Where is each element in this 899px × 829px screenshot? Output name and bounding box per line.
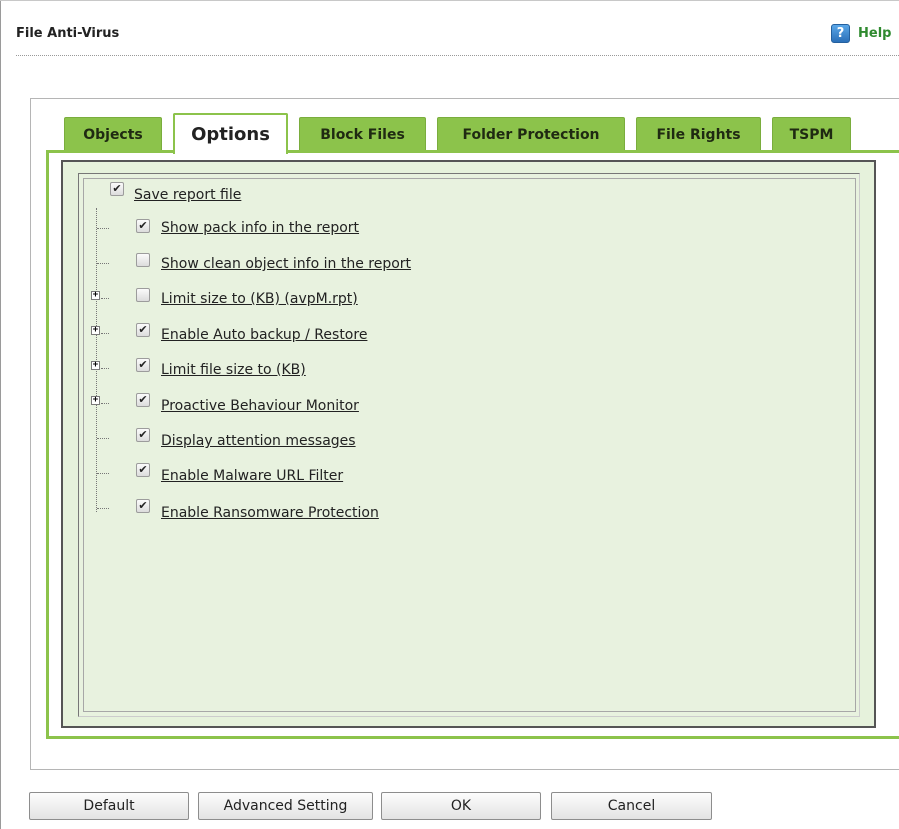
title-divider xyxy=(16,55,899,56)
option-label-proactive-behaviour-monitor[interactable]: Proactive Behaviour Monitor xyxy=(161,398,359,414)
checkbox-proactive-behaviour-monitor[interactable]: ✔ xyxy=(136,393,150,407)
option-label-show-pack-info[interactable]: Show pack info in the report xyxy=(161,220,359,236)
tree-connector xyxy=(97,228,109,229)
tree-connector xyxy=(101,368,109,369)
option-label-malware-url-filter[interactable]: Enable Malware URL Filter xyxy=(161,468,343,484)
help-icon[interactable]: ? xyxy=(831,23,850,43)
expand-icon[interactable]: + xyxy=(91,361,100,370)
option-label-save-report-file[interactable]: Save report file xyxy=(134,187,241,203)
tab-file-rights[interactable]: File Rights xyxy=(636,117,761,151)
expand-icon[interactable]: + xyxy=(91,291,100,300)
option-label-limit-file-size[interactable]: Limit file size to (KB) xyxy=(161,362,306,378)
tree-connector xyxy=(97,263,109,264)
tree-connector xyxy=(97,473,109,474)
tab-options[interactable]: Options xyxy=(173,113,288,154)
cancel-button[interactable]: Cancel xyxy=(551,792,712,820)
tree-connector xyxy=(101,403,109,404)
checkbox-limit-file-size[interactable]: ✔ xyxy=(136,358,150,372)
tab-block-files[interactable]: Block Files xyxy=(299,117,426,151)
help-label[interactable]: Help xyxy=(858,26,891,41)
tree-connector xyxy=(97,508,109,509)
window-border-top xyxy=(0,0,899,1)
option-label-auto-backup[interactable]: Enable Auto backup / Restore xyxy=(161,327,367,343)
expand-icon[interactable]: + xyxy=(91,326,100,335)
window-title: File Anti-Virus xyxy=(16,26,120,41)
checkbox-save-report-file[interactable]: ✔ xyxy=(110,182,124,196)
tree-connector xyxy=(101,298,109,299)
checkbox-show-pack-info[interactable]: ✔ xyxy=(136,219,150,233)
help-link[interactable]: ? Help xyxy=(831,23,891,43)
checkbox-auto-backup[interactable]: ✔ xyxy=(136,323,150,337)
checkbox-show-clean-object-info[interactable] xyxy=(136,253,150,267)
tree-connector xyxy=(101,333,109,334)
checkbox-malware-url-filter[interactable]: ✔ xyxy=(136,463,150,477)
option-label-limit-size[interactable]: Limit size to (KB) (avpM.rpt) xyxy=(161,291,358,307)
window-border-left xyxy=(0,0,1,829)
default-button[interactable]: Default xyxy=(29,792,189,820)
ok-button[interactable]: OK xyxy=(381,792,541,820)
tab-folder-protection[interactable]: Folder Protection xyxy=(437,117,625,151)
tab-objects[interactable]: Objects xyxy=(64,117,162,151)
checkbox-display-attention-messages[interactable]: ✔ xyxy=(136,428,150,442)
option-label-show-clean-object-info[interactable]: Show clean object info in the report xyxy=(161,256,411,272)
tab-tspm[interactable]: TSPM xyxy=(772,117,851,151)
advanced-setting-button[interactable]: Advanced Setting xyxy=(198,792,373,820)
checkbox-ransomware-protection[interactable]: ✔ xyxy=(136,499,150,513)
tree-connector xyxy=(97,438,109,439)
checkbox-limit-size[interactable] xyxy=(136,288,150,302)
option-label-ransomware-protection[interactable]: Enable Ransomware Protection xyxy=(161,505,379,521)
option-label-display-attention-messages[interactable]: Display attention messages xyxy=(161,433,356,449)
expand-icon[interactable]: + xyxy=(91,396,100,405)
